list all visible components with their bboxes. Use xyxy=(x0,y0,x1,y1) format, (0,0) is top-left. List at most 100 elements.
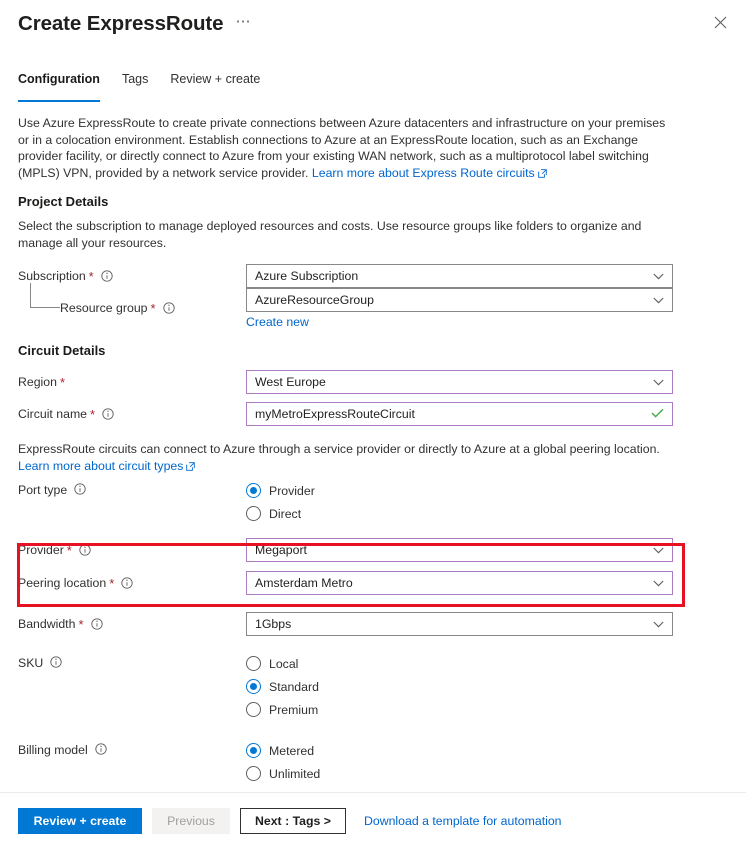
bandwidth-value: 1Gbps xyxy=(255,617,292,631)
field-row-circuit-name: Circuit name * myMetroExpressRouteCircui… xyxy=(18,402,728,426)
provider-dropdown[interactable]: Megaport xyxy=(246,538,673,562)
radio-indicator xyxy=(246,679,261,694)
label-billing-model: Billing model xyxy=(18,739,246,761)
radio-indicator xyxy=(246,483,261,498)
label-peering-location: Peering location * xyxy=(18,576,246,590)
sku-radio-group: Local Standard Premium xyxy=(246,652,673,721)
resource-group-dropdown[interactable]: AzureResourceGroup xyxy=(246,287,673,312)
radio-billing-unlimited[interactable]: Unlimited xyxy=(246,762,673,785)
label-region-text: Region xyxy=(18,375,57,389)
provider-value: Megaport xyxy=(255,543,307,557)
region-value: West Europe xyxy=(255,375,326,389)
radio-label: Local xyxy=(269,656,299,671)
info-icon[interactable] xyxy=(79,544,91,556)
circuit-name-input[interactable]: myMetroExpressRouteCircuit xyxy=(246,402,673,426)
tab-configuration[interactable]: Configuration xyxy=(18,72,100,102)
circuit-name-value: myMetroExpressRouteCircuit xyxy=(255,407,415,421)
review-create-button[interactable]: Review + create xyxy=(18,807,142,834)
next-tags-button[interactable]: Next : Tags > xyxy=(240,807,346,834)
radio-sku-premium[interactable]: Premium xyxy=(246,698,673,721)
label-peering-location-text: Peering location xyxy=(18,576,107,590)
page-title: Create ExpressRoute xyxy=(18,12,224,35)
project-details-helper: Select the subscription to manage deploy… xyxy=(18,219,642,250)
control-region: West Europe xyxy=(246,370,673,394)
radio-indicator xyxy=(246,766,261,781)
create-new-resource-group: Create new xyxy=(246,315,673,329)
radio-label: Provider xyxy=(269,483,315,498)
circuit-type-note-text: ExpressRoute circuits can connect to Azu… xyxy=(18,442,660,456)
previous-button[interactable]: Previous xyxy=(152,807,230,834)
required-asterisk: * xyxy=(88,268,94,284)
field-row-provider: Provider * Megaport xyxy=(18,538,728,562)
info-icon[interactable] xyxy=(74,483,86,495)
label-subscription: Subscription * xyxy=(18,269,246,283)
radio-label: Premium xyxy=(269,702,319,717)
subscription-dropdown[interactable]: Azure Subscription xyxy=(246,264,673,288)
radio-port-type-direct[interactable]: Direct xyxy=(246,502,673,525)
create-new-link[interactable]: Create new xyxy=(246,315,309,329)
label-sku: SKU xyxy=(18,652,246,674)
radio-port-type-provider[interactable]: Provider xyxy=(246,479,673,502)
label-port-type-text: Port type xyxy=(18,483,68,497)
radio-label: Direct xyxy=(269,506,302,521)
chevron-down-icon xyxy=(653,617,664,631)
chevron-down-icon xyxy=(653,375,664,389)
info-icon[interactable] xyxy=(101,270,113,282)
label-circuit-name: Circuit name * xyxy=(18,407,246,421)
info-icon[interactable] xyxy=(162,302,175,314)
chevron-down-icon xyxy=(653,543,664,557)
info-icon[interactable] xyxy=(50,656,62,668)
radio-label: Metered xyxy=(269,743,315,758)
form-body: Use Azure ExpressRoute to create private… xyxy=(0,102,746,785)
field-row-region: Region * West Europe xyxy=(18,370,728,394)
radio-indicator xyxy=(246,743,261,758)
radio-indicator xyxy=(246,702,261,717)
billing-model-radio-group: Metered Unlimited xyxy=(246,739,673,785)
label-region: Region * xyxy=(18,375,246,389)
info-icon[interactable] xyxy=(102,408,114,420)
blade-footer: Review + create Previous Next : Tags > D… xyxy=(0,792,746,848)
required-asterisk: * xyxy=(90,406,96,422)
external-link-icon xyxy=(186,459,196,476)
info-icon[interactable] xyxy=(95,743,107,755)
control-subscription: Azure Subscription xyxy=(246,264,673,288)
close-icon[interactable] xyxy=(708,10,732,34)
info-icon[interactable] xyxy=(90,618,103,630)
field-row-billing-model: Billing model Metered Unlimited xyxy=(18,739,728,785)
radio-label: Unlimited xyxy=(269,766,321,781)
control-bandwidth: 1Gbps xyxy=(246,612,673,636)
download-template-link[interactable]: Download a template for automation xyxy=(364,814,562,828)
field-row-subscription: Subscription * Azure Subscription xyxy=(18,264,728,288)
tab-tags[interactable]: Tags xyxy=(122,72,148,102)
learn-more-circuit-types-link[interactable]: Learn more about circuit types xyxy=(18,459,183,473)
region-dropdown[interactable]: West Europe xyxy=(246,370,673,394)
radio-sku-standard[interactable]: Standard xyxy=(246,675,673,698)
control-provider: Megaport xyxy=(246,538,673,562)
label-provider-text: Provider xyxy=(18,543,64,557)
valid-check-icon xyxy=(651,407,664,421)
bandwidth-dropdown[interactable]: 1Gbps xyxy=(246,612,673,636)
field-row-port-type: Port type Provider Direct xyxy=(18,479,728,525)
radio-sku-local[interactable]: Local xyxy=(246,652,673,675)
required-asterisk: * xyxy=(78,616,84,632)
field-row-bandwidth: Bandwidth * 1Gbps xyxy=(18,612,728,636)
peering-location-value: Amsterdam Metro xyxy=(255,576,353,590)
radio-billing-metered[interactable]: Metered xyxy=(246,739,673,762)
section-title-circuit-details: Circuit Details xyxy=(18,343,106,358)
label-port-type: Port type xyxy=(18,479,246,501)
section-title-project-details: Project Details xyxy=(18,194,109,209)
peering-location-dropdown[interactable]: Amsterdam Metro xyxy=(246,571,673,595)
more-options-icon[interactable]: ⋯ xyxy=(232,14,254,35)
info-icon[interactable] xyxy=(121,577,133,589)
tab-review-create[interactable]: Review + create xyxy=(170,72,260,102)
required-asterisk: * xyxy=(109,575,115,591)
label-bandwidth: Bandwidth * xyxy=(18,617,246,631)
resource-group-value: AzureResourceGroup xyxy=(255,292,374,307)
tab-bar: Configuration Tags Review + create xyxy=(0,72,746,102)
required-asterisk: * xyxy=(66,542,72,558)
circuit-type-note: ExpressRoute circuits can connect to Azu… xyxy=(18,441,673,475)
learn-more-expressroute-link[interactable]: Learn more about Express Route circuits xyxy=(312,166,535,180)
field-row-sku: SKU Local Standard Premium xyxy=(18,652,728,721)
label-sku-text: SKU xyxy=(18,656,44,670)
label-circuit-name-text: Circuit name xyxy=(18,407,88,421)
